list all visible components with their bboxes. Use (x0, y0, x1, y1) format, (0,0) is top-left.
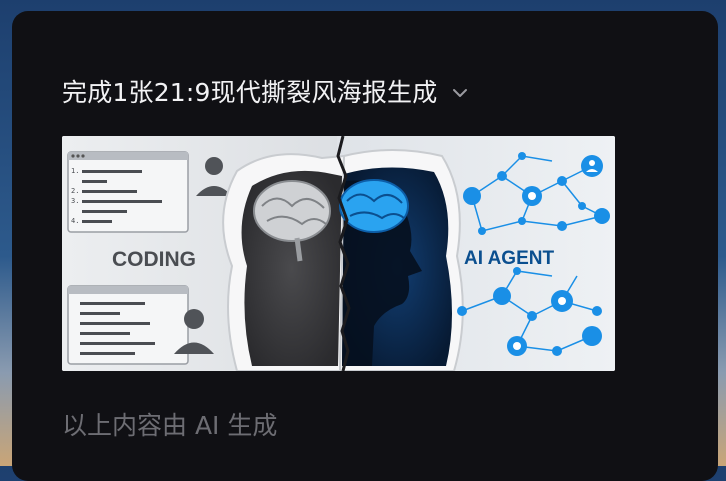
task-header[interactable]: 完成1张21:9现代撕裂风海报生成 (62, 71, 471, 111)
code-panel-bottom (67, 285, 189, 365)
code-panel-top (67, 151, 189, 233)
svg-text:2.: 2. (71, 187, 79, 195)
ai-generated-note: 以上内容由 AI 生成 (62, 411, 278, 440)
coding-label: CODING (112, 248, 196, 271)
svg-text:1.: 1. (71, 167, 79, 175)
task-title: 完成1张21:9现代撕裂风海报生成 (62, 78, 438, 107)
ai-agent-label: AI AGENT (464, 248, 554, 269)
brain-icon-blue (339, 179, 409, 233)
message-card: 完成1张21:9现代撕裂风海报生成 1. 2. 3. 4. CODING AI … (12, 11, 718, 481)
svg-text:3.: 3. (71, 197, 79, 205)
generated-poster-image[interactable]: 1. 2. 3. 4. CODING AI AGENT (62, 136, 615, 371)
chevron-down-icon[interactable] (449, 82, 471, 104)
svg-text:4.: 4. (71, 217, 79, 225)
